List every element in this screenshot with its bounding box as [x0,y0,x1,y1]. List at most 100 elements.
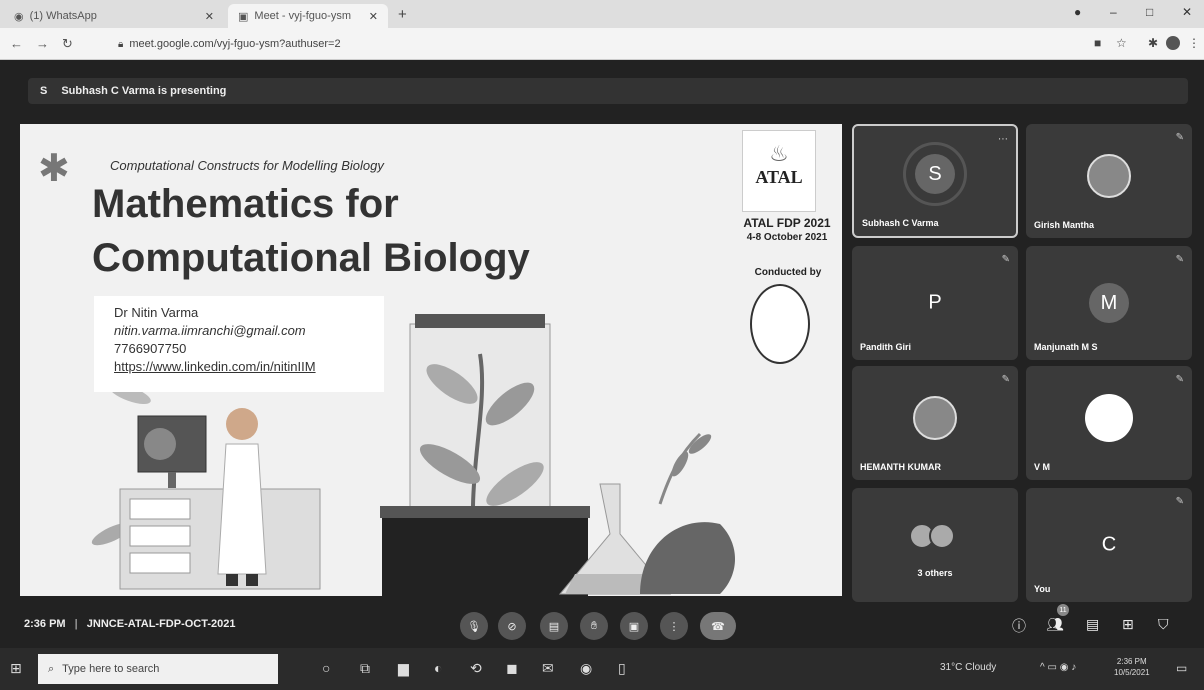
close-window-button[interactable]: ✕ [1182,5,1192,19]
participant-avatar: M [1089,283,1129,323]
mic-off-icon: ✎ [1001,374,1010,385]
participant-name: Pandith Giri [860,342,912,352]
weather-widget[interactable]: 31°C Cloudy [940,662,996,673]
system-tray-icons[interactable]: ^ ▭ ◉ ♪ [1040,662,1076,673]
others-avatars [909,522,955,549]
host-controls-icon[interactable]: ⛉ [1158,616,1169,633]
presenting-text: Subhash C Varma is presenting [61,85,227,97]
windows-taskbar: ⊞ ⌕ Type here to search ○ ⧉ ▆ ◐ ⟲ ◼ ✉ ◉ … [0,648,1204,690]
slide-subtitle: Computational Constructs for Modelling B… [110,158,384,173]
mic-off-icon: ✎ [1175,132,1184,143]
mic-toggle-button[interactable]: 🎙︎ [460,612,488,640]
camera-toggle-button[interactable]: ⊘ [498,612,526,640]
mail-icon[interactable]: ✉ [542,660,554,677]
participant-tile[interactable]: ✎ V M [1026,366,1192,480]
logo-text: ATAL [755,167,803,187]
file-explorer-icon[interactable]: ▆ [398,660,409,677]
windows-start-icon[interactable]: ⊞ [10,660,22,677]
presenter-phone: 7766907750 [114,341,187,356]
app-icon[interactable]: ▯ [618,660,626,677]
cortana-icon[interactable]: ○ [322,660,330,676]
presenter-card: Dr Nitin Varma nitin.varma.iimranchi@gma… [94,296,384,392]
chat-icon[interactable]: ▤ [1086,616,1099,633]
app-icon[interactable]: ⟲ [470,660,482,677]
clock-date: 10/5/2021 [1114,668,1150,677]
participant-name: Manjunath M S [1034,342,1098,352]
browser-tab-bar: ◉ (1) WhatsApp ✕ ▣ Meet - vyj-fguo-ysm ✕… [0,0,1204,28]
participant-tile[interactable]: P ✎ Pandith Giri [852,246,1018,360]
url-text: meet.google.com/vyj-fguo-ysm?authuser=2 [129,38,341,50]
chrome-icon[interactable]: ◉ [580,660,592,677]
presenter-linkedin-link[interactable]: https://www.linkedin.com/in/nitinIIM [114,358,364,376]
presenter-avatar-icon: S [40,85,48,97]
lamp-icon: ♨ [769,141,789,166]
taskbar-search[interactable]: ⌕ Type here to search [38,654,278,684]
slide-title-line2: Computational Biology [92,236,530,280]
taskbar-clock[interactable]: 2:36 PM 10/5/2021 [1114,656,1150,678]
maximize-button[interactable]: □ [1146,5,1153,19]
participant-avatar [1085,394,1133,443]
close-tab-icon[interactable]: ✕ [369,10,378,23]
search-placeholder: Type here to search [62,663,160,675]
presenting-banner: S Subhash C Varma is presenting [28,78,1188,104]
participant-name: Subhash C Varma [862,218,939,228]
store-icon[interactable]: ◼ [506,660,518,677]
tab-label: (1) WhatsApp [29,10,97,22]
record-icon: ● [1074,5,1082,19]
url-field[interactable]: 🔒︎ meet.google.com/vyj-fguo-ysm?authuser=… [118,38,341,50]
address-bar-row: ← → ↻ 🔒︎ meet.google.com/vyj-fguo-ysm?aut… [0,28,1204,60]
more-options-button[interactable]: ⋮ [660,612,688,640]
tab-label: Meet - vyj-fguo-ysm [254,10,351,22]
present-button[interactable]: ▣ [620,612,648,640]
bookmark-star-icon[interactable]: ☆ [1116,36,1127,50]
participant-tile[interactable]: M ✎ Manjunath M S [1026,246,1192,360]
menu-kebab-icon[interactable]: ⋮ [1188,36,1200,50]
tab-whatsapp[interactable]: ◉ (1) WhatsApp ✕ [4,4,224,28]
tab-meet[interactable]: ▣ Meet - vyj-fguo-ysm ✕ [228,4,388,28]
self-tile[interactable]: C ✎ You [1026,488,1192,602]
slide-title-line1: Mathematics for [92,182,399,226]
minimize-button[interactable]: – [1110,5,1117,19]
participant-tile[interactable]: S ⋯ Subhash C Varma [852,124,1018,238]
lock-icon: 🔒︎ [118,39,124,50]
raise-hand-button[interactable]: ✋︎ [580,612,608,640]
college-seal [750,284,810,364]
participant-tile[interactable]: ✎ HEMANTH KUMAR [852,366,1018,480]
participant-photo [1087,154,1131,199]
meet-stage: S Subhash C Varma is presenting ✱ Comput… [0,60,1204,648]
presenter-email: nitin.varma.iimranchi@gmail.com [114,323,306,338]
reload-icon[interactable]: ↻ [62,36,73,52]
whatsapp-icon: ◉ [14,10,24,23]
new-tab-button[interactable]: + [398,6,407,23]
clock-time: 2:36 PM [1116,657,1147,666]
extensions-icon[interactable]: ✱ [1148,36,1158,50]
others-tile[interactable]: 3 others [852,488,1018,602]
notification-icon[interactable]: ▭ [1176,661,1187,675]
edge-icon[interactable]: ◐ [434,660,442,676]
back-icon[interactable]: ← [10,36,23,51]
search-icon: ⌕ [48,662,55,675]
mic-off-icon: ✎ [1175,496,1184,507]
asterisk-icon: ✱ [38,148,70,190]
camera-icon[interactable]: ■ [1094,36,1101,50]
participant-avatar: S [915,154,955,195]
mic-off-icon: ✎ [1175,254,1184,265]
participant-name: HEMANTH KUMAR [860,462,941,472]
speaking-indicator-icon: ⋯ [998,134,1008,145]
participant-tile[interactable]: ✎ Girish Mantha [1026,124,1192,238]
info-icon[interactable]: ⓘ [1012,616,1026,636]
task-view-icon[interactable]: ⧉ [360,660,370,677]
end-call-button[interactable]: ☎︎ [700,612,736,640]
people-icon[interactable]: 👥︎ [1046,616,1064,633]
activities-icon[interactable]: ⊞ [1122,616,1134,633]
profile-avatar[interactable] [1166,36,1180,50]
meeting-code: JNNCE-ATAL-FDP-OCT-2021 [86,618,236,630]
meeting-info: 2:36 PM | JNNCE-ATAL-FDP-OCT-2021 [24,618,236,630]
participant-avatar: P [928,291,942,314]
mic-off-icon: ✎ [1001,254,1010,265]
close-tab-icon[interactable]: ✕ [205,10,214,23]
participant-count-badge: 11 [1057,604,1069,616]
forward-icon[interactable]: → [36,36,49,51]
captions-button[interactable]: ▤ [540,612,568,640]
meeting-control-bar: 2:36 PM | JNNCE-ATAL-FDP-OCT-2021 🎙︎ ⊘ ▤… [0,602,1204,648]
